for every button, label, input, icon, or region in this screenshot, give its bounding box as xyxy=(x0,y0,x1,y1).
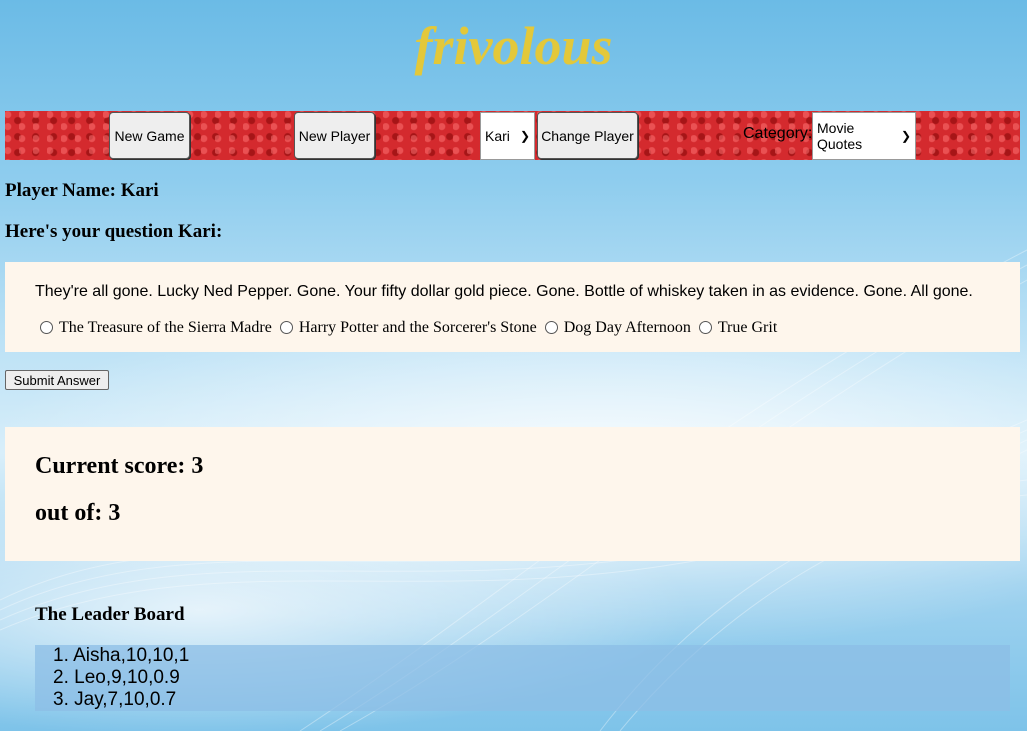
leaderboard-rank: 2. xyxy=(53,667,75,688)
radio-button[interactable] xyxy=(40,320,53,334)
chevron-down-icon: ❯ xyxy=(519,129,530,143)
answer-option-label: Harry Potter and the Sorcerer's Stone xyxy=(298,319,537,336)
toolbar: New Game New Player Kari ❯ Change Player… xyxy=(5,111,1020,160)
answer-options: The Treasure of the Sierra Madre Harry P… xyxy=(40,319,785,337)
question-text: They're all gone. Lucky Ned Pepper. Gone… xyxy=(35,283,973,300)
answer-option[interactable]: Harry Potter and the Sorcerer's Stone xyxy=(279,319,537,337)
answer-option[interactable]: Dog Day Afternoon xyxy=(544,319,691,337)
player-name: Player Name: Kari xyxy=(5,180,159,201)
leaderboard-entry: 2. Leo,9,10,0.9 xyxy=(35,667,1010,689)
answer-option-label: True Grit xyxy=(717,319,778,336)
submit-answer-button[interactable]: Submit Answer xyxy=(5,370,109,390)
current-score: Current score: 3 xyxy=(35,453,204,479)
score-panel: Current score: 3 out of: 3 xyxy=(5,427,1020,561)
chevron-down-icon: ❯ xyxy=(900,129,911,143)
answer-option-label: The Treasure of the Sierra Madre xyxy=(59,319,272,336)
leaderboard-rank: 3. xyxy=(53,689,75,710)
leaderboard-entry: 3. Jay,7,10,0.7 xyxy=(35,689,1010,711)
score-out-of: out of: 3 xyxy=(35,500,121,526)
category-select-value: Movie Quotes xyxy=(817,120,863,152)
app-title: frivolous xyxy=(414,16,613,76)
question-heading: Here's your question Kari: xyxy=(5,221,223,242)
leaderboard-entry: 1. Aisha,10,10,1 xyxy=(35,645,1010,667)
player-select-value: Kari xyxy=(485,128,510,144)
new-game-button[interactable]: New Game xyxy=(109,112,190,159)
category-label: Category: xyxy=(743,125,813,142)
leaderboard-entry-text: Aisha,10,10,1 xyxy=(73,645,190,666)
question-panel: They're all gone. Lucky Ned Pepper. Gone… xyxy=(5,262,1020,352)
leaderboard-title: The Leader Board xyxy=(35,604,185,625)
answer-option-label: Dog Day Afternoon xyxy=(563,319,691,336)
change-player-button[interactable]: Change Player xyxy=(537,112,638,159)
leaderboard-rank: 1. xyxy=(53,645,74,666)
leaderboard-entry-text: Leo,9,10,0.9 xyxy=(74,667,180,688)
leaderboard-entry-text: Jay,7,10,0.7 xyxy=(74,689,177,710)
radio-button[interactable] xyxy=(279,320,293,334)
leaderboard-list: 1. Aisha,10,10,1 2. Leo,9,10,0.9 3. Jay,… xyxy=(35,645,1010,711)
category-select[interactable]: Movie Quotes ❯ xyxy=(812,112,916,160)
new-player-button[interactable]: New Player xyxy=(294,112,375,159)
answer-option[interactable]: True Grit xyxy=(698,319,778,337)
player-select[interactable]: Kari ❯ xyxy=(480,112,535,160)
radio-button[interactable] xyxy=(544,320,558,334)
radio-button[interactable] xyxy=(698,320,712,334)
answer-option[interactable]: The Treasure of the Sierra Madre xyxy=(40,319,272,337)
